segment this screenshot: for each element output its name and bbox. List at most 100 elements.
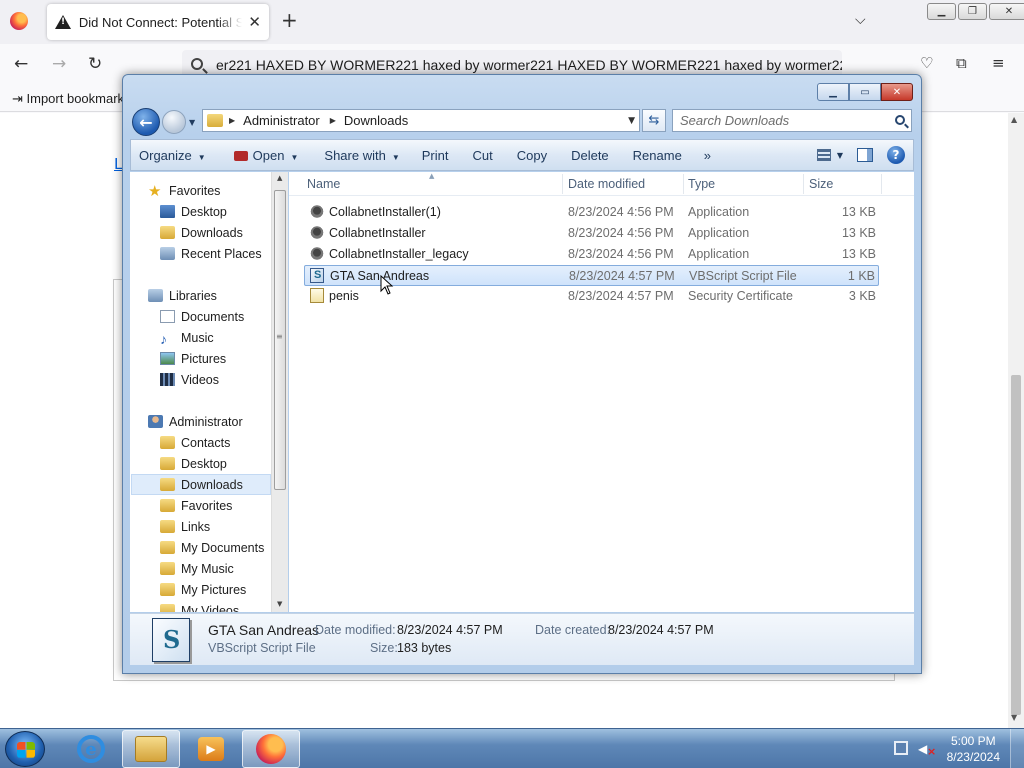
details-file-type: VBScript Script File	[208, 641, 316, 655]
breadcrumb-separator-icon[interactable]: ▶	[229, 116, 235, 125]
nav-admin-downloads[interactable]: Downloads	[131, 474, 271, 495]
copy-button[interactable]: Copy	[509, 148, 555, 163]
column-type[interactable]: Type	[688, 177, 715, 191]
nav-my-documents[interactable]: My Documents	[160, 537, 287, 558]
share-with-button[interactable]: Share with ▼	[316, 148, 407, 163]
nav-label: Favorites	[169, 183, 221, 198]
file-type: Application	[688, 205, 750, 219]
column-divider[interactable]	[803, 174, 804, 194]
nav-documents[interactable]: Documents	[160, 306, 287, 327]
column-date-modified[interactable]: Date modified	[568, 177, 645, 191]
close-window-icon[interactable]: ✕	[989, 3, 1024, 20]
show-desktop-button[interactable]	[1010, 729, 1024, 768]
column-divider[interactable]	[683, 174, 684, 194]
nav-admin-favorites[interactable]: Favorites	[160, 495, 287, 516]
nav-label: My Videos	[181, 603, 240, 613]
nav-label: Downloads	[181, 225, 243, 240]
page-scrollbar[interactable]: ▲ ▼	[1008, 113, 1024, 728]
rename-button[interactable]: Rename	[625, 148, 690, 163]
folder-icon	[160, 583, 175, 596]
nav-recent-places[interactable]: Recent Places	[160, 243, 287, 264]
search-input[interactable]: Search Downloads	[672, 109, 912, 132]
cut-button[interactable]: Cut	[464, 148, 500, 163]
help-icon[interactable]: ?	[887, 146, 905, 164]
breadcrumb-administrator[interactable]: Administrator	[243, 113, 320, 128]
clock[interactable]: 5:00 PM 8/23/2024	[947, 733, 1000, 765]
address-breadcrumb[interactable]: ▶ Administrator ▶ Downloads ▼	[202, 109, 640, 132]
preview-pane-icon[interactable]	[857, 148, 873, 162]
organize-button[interactable]: Organize ▼	[131, 148, 214, 163]
file-row[interactable]: CollabnetInstaller_legacy 8/23/2024 4:56…	[305, 244, 880, 265]
nav-libraries[interactable]: Libraries	[148, 285, 287, 306]
back-arrow-icon[interactable]: ←	[14, 54, 28, 74]
change-view-button[interactable]: ▼	[816, 149, 843, 161]
navigation-scrollbar[interactable]: ▲ ≡ ▼	[271, 172, 288, 612]
browser-tab[interactable]: Did Not Connect: Potential Security Issu…	[47, 4, 269, 40]
print-button[interactable]: Print	[414, 148, 457, 163]
close-icon[interactable]: ✕	[881, 83, 913, 101]
folder-icon	[135, 736, 167, 762]
column-name[interactable]: Name	[307, 177, 340, 191]
file-size: 13 KB	[841, 247, 876, 261]
minimize-icon[interactable]: ▁	[817, 83, 849, 101]
nav-downloads[interactable]: Downloads	[160, 222, 287, 243]
maximize-icon[interactable]: ▭	[849, 83, 881, 101]
nav-desktop[interactable]: Desktop	[160, 201, 287, 222]
taskbar-firefox[interactable]	[242, 730, 300, 768]
list-all-tabs-icon[interactable]: ⌵	[855, 12, 866, 28]
speaker-muted-icon[interactable]: ◀	[918, 742, 937, 758]
nav-videos[interactable]: Videos	[160, 369, 287, 390]
file-row[interactable]: CollabnetInstaller(1) 8/23/2024 4:56 PM …	[305, 202, 880, 223]
pocket-icon[interactable]: ♡	[920, 54, 933, 72]
nav-links[interactable]: Links	[160, 516, 287, 537]
nav-favorites[interactable]: ★ Favorites	[148, 180, 287, 201]
forward-button[interactable]	[162, 110, 186, 134]
menu-icon[interactable]: ≡	[992, 54, 1005, 72]
column-divider[interactable]	[562, 174, 563, 194]
breadcrumb-separator-icon[interactable]: ▶	[330, 116, 336, 125]
taskbar-windows-explorer[interactable]	[122, 730, 180, 768]
nav-contacts[interactable]: Contacts	[160, 432, 287, 453]
nav-pictures[interactable]: Pictures	[160, 348, 287, 369]
downloads-folder-icon	[160, 226, 175, 239]
extensions-icon[interactable]: ⧉	[956, 54, 967, 72]
scrollbar-thumb[interactable]	[1011, 375, 1021, 715]
scroll-up-icon[interactable]: ▲	[277, 174, 282, 182]
forward-arrow-icon[interactable]: →	[52, 54, 66, 74]
taskbar-media-player[interactable]: ▶	[182, 730, 240, 768]
file-row[interactable]: CollabnetInstaller 8/23/2024 4:56 PM App…	[305, 223, 880, 244]
network-icon[interactable]	[894, 741, 908, 755]
folder-icon	[160, 604, 175, 612]
new-tab-button[interactable]: +	[281, 10, 298, 30]
restore-icon[interactable]: ❐	[958, 3, 987, 20]
more-commands-button[interactable]: »	[696, 148, 719, 163]
nav-label: Videos	[181, 372, 219, 387]
taskbar-internet-explorer[interactable]: e	[62, 730, 120, 768]
desktop-folder-icon	[160, 457, 175, 470]
scroll-up-icon[interactable]: ▲	[1011, 115, 1017, 124]
breadcrumb-downloads[interactable]: Downloads	[344, 113, 408, 128]
minimize-icon[interactable]: ▁	[927, 3, 956, 20]
refresh-button[interactable]: ⇆	[642, 109, 666, 132]
nav-administrator[interactable]: Administrator	[148, 411, 287, 432]
open-button[interactable]: Open ▼	[226, 148, 307, 163]
file-type: Application	[688, 226, 750, 240]
nav-music[interactable]: ♪ Music	[160, 327, 287, 348]
file-name: penis	[329, 289, 359, 303]
start-button[interactable]	[5, 731, 45, 767]
column-divider[interactable]	[881, 174, 882, 194]
close-tab-icon[interactable]: ✕	[248, 13, 261, 31]
search-icon[interactable]	[895, 115, 905, 125]
back-button[interactable]: ←	[132, 108, 160, 136]
nav-my-pictures[interactable]: My Pictures	[160, 579, 287, 600]
address-dropdown-icon[interactable]: ▼	[628, 116, 635, 126]
column-size[interactable]: Size	[809, 177, 833, 191]
nav-my-music[interactable]: My Music	[160, 558, 287, 579]
scroll-down-icon[interactable]: ▼	[1011, 713, 1017, 722]
recent-pages-icon[interactable]: ▼	[189, 118, 195, 127]
nav-my-videos[interactable]: My Videos	[160, 600, 287, 613]
scroll-down-icon[interactable]: ▼	[277, 600, 282, 608]
nav-admin-desktop[interactable]: Desktop	[160, 453, 287, 474]
reload-icon[interactable]: ↻	[88, 54, 102, 74]
delete-button[interactable]: Delete	[563, 148, 617, 163]
